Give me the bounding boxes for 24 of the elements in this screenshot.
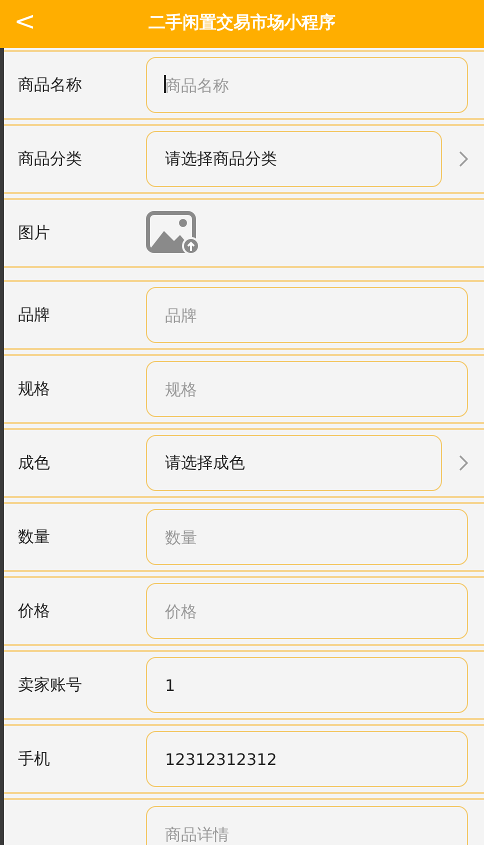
page-title: 二手闲置交易市场小程序 <box>148 12 336 36</box>
input-field[interactable]: 价格 <box>146 583 468 639</box>
field-label: 品牌 <box>18 304 51 326</box>
field-label: 成色 <box>18 452 51 474</box>
input-field[interactable]: 品牌 <box>146 287 468 343</box>
image-upload-icon[interactable] <box>146 211 200 255</box>
input-field[interactable]: 12312312312 <box>146 731 468 787</box>
field-label: 商品分类 <box>18 148 83 170</box>
field-label: 价格 <box>18 600 51 622</box>
field-label: 规格 <box>18 378 51 400</box>
input-field[interactable]: 规格 <box>146 361 468 417</box>
input-field[interactable]: 商品名称 <box>146 57 468 113</box>
chevron-right-icon <box>459 151 468 167</box>
input-field[interactable]: 数量 <box>146 509 468 565</box>
select-field[interactable]: 请选择商品分类 <box>146 131 442 187</box>
field-label: 手机 <box>18 748 51 770</box>
field-label: 图片 <box>18 222 51 244</box>
text-area[interactable]: 商品详情 <box>146 806 468 845</box>
input-field[interactable]: 1 <box>146 657 468 713</box>
select-field[interactable]: 请选择成色 <box>146 435 442 491</box>
field-label: 卖家账号 <box>18 674 83 696</box>
field-label: 数量 <box>18 526 51 548</box>
chevron-right-icon <box>459 455 468 471</box>
field-label: 商品名称 <box>18 74 83 96</box>
